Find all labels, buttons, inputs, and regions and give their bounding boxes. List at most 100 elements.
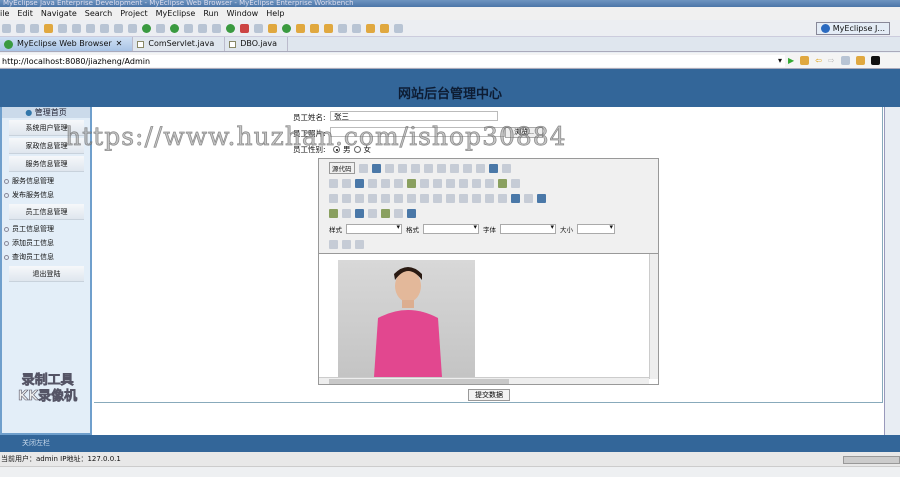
text-color-icon[interactable]: [329, 239, 338, 249]
globe-icon[interactable]: [142, 23, 151, 33]
editor-content[interactable]: [319, 253, 658, 384]
page-break-icon[interactable]: [407, 208, 416, 218]
open-icon[interactable]: [128, 23, 137, 33]
subscript-icon[interactable]: [381, 193, 390, 203]
run-icon[interactable]: [226, 23, 235, 33]
hidden-field-icon[interactable]: [511, 178, 520, 188]
sidebar-logout[interactable]: 退出登陆: [9, 266, 84, 282]
source-button[interactable]: 源代码: [329, 162, 355, 174]
align-right-icon[interactable]: [485, 193, 494, 203]
tab-web-browser[interactable]: MyEclipse Web Browser ✕: [0, 37, 134, 51]
underline-icon[interactable]: [355, 193, 364, 203]
table-icon[interactable]: [355, 208, 364, 218]
paste-icon[interactable]: [449, 163, 459, 173]
new-icon[interactable]: [2, 23, 11, 33]
preview-icon[interactable]: [397, 163, 407, 173]
folder-icon[interactable]: [296, 23, 305, 33]
view-icon[interactable]: [870, 56, 880, 65]
server-icon[interactable]: [100, 23, 109, 33]
external-tools-icon[interactable]: [240, 23, 249, 33]
print-icon[interactable]: [488, 163, 498, 173]
redo-icon[interactable]: [342, 178, 351, 188]
next-annotation-icon[interactable]: [338, 23, 347, 33]
template-icon[interactable]: [410, 163, 420, 173]
horizontal-scrollbar[interactable]: [319, 377, 649, 384]
close-icon[interactable]: ✕: [116, 37, 123, 51]
cut-icon[interactable]: [423, 163, 433, 173]
undo-icon[interactable]: [329, 178, 338, 188]
strike-icon[interactable]: [368, 193, 377, 203]
config-icon[interactable]: [198, 23, 207, 33]
font-select[interactable]: [500, 223, 556, 234]
textfield-icon[interactable]: [446, 178, 455, 188]
web-icon[interactable]: [72, 23, 81, 33]
browse-button[interactable]: 浏览...: [505, 127, 543, 138]
task-icon[interactable]: [268, 23, 277, 33]
deploy-icon[interactable]: [86, 23, 95, 33]
spellcheck-icon[interactable]: [501, 163, 511, 173]
menu-edit[interactable]: Edit: [17, 7, 33, 20]
find-icon[interactable]: [355, 178, 364, 188]
perspective-button[interactable]: MyEclipse J...: [815, 22, 890, 35]
remove-format-icon[interactable]: [394, 178, 403, 188]
tab-comservlet[interactable]: ComServlet.java: [133, 37, 226, 51]
image-button-icon[interactable]: [498, 178, 507, 188]
menu-run[interactable]: Run: [203, 7, 218, 20]
sidebar-publish-service[interactable]: 发布服务信息: [2, 188, 90, 202]
bold-icon[interactable]: [329, 193, 338, 203]
image-icon[interactable]: [329, 208, 338, 218]
last-edit-icon[interactable]: [366, 23, 375, 33]
new-project-icon[interactable]: [114, 23, 123, 33]
sidebar-system-users[interactable]: 系统用户管理: [9, 120, 84, 136]
sidebar-service-section[interactable]: 服务信息管理: [9, 156, 84, 172]
prev-annotation-icon[interactable]: [352, 23, 361, 33]
sidebar-service-manage[interactable]: 服务信息管理: [2, 174, 90, 188]
unlink-icon[interactable]: [524, 193, 533, 203]
refresh-icon[interactable]: [855, 56, 865, 65]
style-select[interactable]: [346, 223, 402, 234]
special-char-icon[interactable]: [394, 208, 403, 218]
horizontal-rule-icon[interactable]: [368, 208, 377, 218]
replace-icon[interactable]: [368, 178, 377, 188]
name-input[interactable]: [330, 111, 498, 121]
align-center-icon[interactable]: [472, 193, 481, 203]
sidebar-employee-section[interactable]: 员工信息管理: [9, 204, 84, 220]
refresh-icon[interactable]: [170, 23, 179, 33]
sidebar-home[interactable]: ● 管理首页: [2, 107, 90, 118]
photo-file-input[interactable]: [330, 127, 505, 137]
form-icon[interactable]: [407, 178, 416, 188]
open-folder-icon[interactable]: [324, 23, 333, 33]
menu-project[interactable]: Project: [120, 7, 147, 20]
anchor-icon[interactable]: [537, 193, 546, 203]
save-icon[interactable]: [16, 23, 25, 33]
generate-icon[interactable]: [282, 23, 291, 33]
stop-icon[interactable]: [840, 56, 850, 65]
package-icon[interactable]: [44, 23, 53, 33]
paste-text-icon[interactable]: [462, 163, 472, 173]
paste-word-icon[interactable]: [475, 163, 485, 173]
ordered-list-icon[interactable]: [407, 193, 416, 203]
textarea-icon[interactable]: [459, 178, 468, 188]
menu-navigate[interactable]: Navigate: [41, 7, 77, 20]
unordered-list-icon[interactable]: [420, 193, 429, 203]
menu-search[interactable]: Search: [85, 7, 112, 20]
url-input[interactable]: [0, 55, 785, 67]
menu-myeclipse[interactable]: MyEclipse: [156, 7, 196, 20]
format-select[interactable]: [423, 223, 479, 234]
new-page-icon[interactable]: [384, 163, 394, 173]
radio-icon[interactable]: [433, 178, 442, 188]
brush-icon[interactable]: [310, 23, 319, 33]
checkbox-icon[interactable]: [420, 178, 429, 188]
flash-icon[interactable]: [342, 208, 351, 218]
window-icon[interactable]: [184, 23, 193, 33]
sidebar-employee-manage[interactable]: 员工信息管理: [2, 222, 90, 236]
vertical-scrollbar[interactable]: [649, 254, 658, 379]
menu-file[interactable]: ile: [0, 7, 9, 20]
select-icon[interactable]: [472, 178, 481, 188]
close-sidebar-link[interactable]: 关闭左栏: [22, 439, 50, 447]
back-icon[interactable]: ⇦: [815, 56, 822, 65]
sidebar-housekeeping-info[interactable]: 家政信息管理: [9, 138, 84, 154]
bg-color-icon[interactable]: [342, 239, 351, 249]
build-icon[interactable]: [254, 23, 263, 33]
tab-dbo[interactable]: DBO.java: [225, 37, 289, 51]
